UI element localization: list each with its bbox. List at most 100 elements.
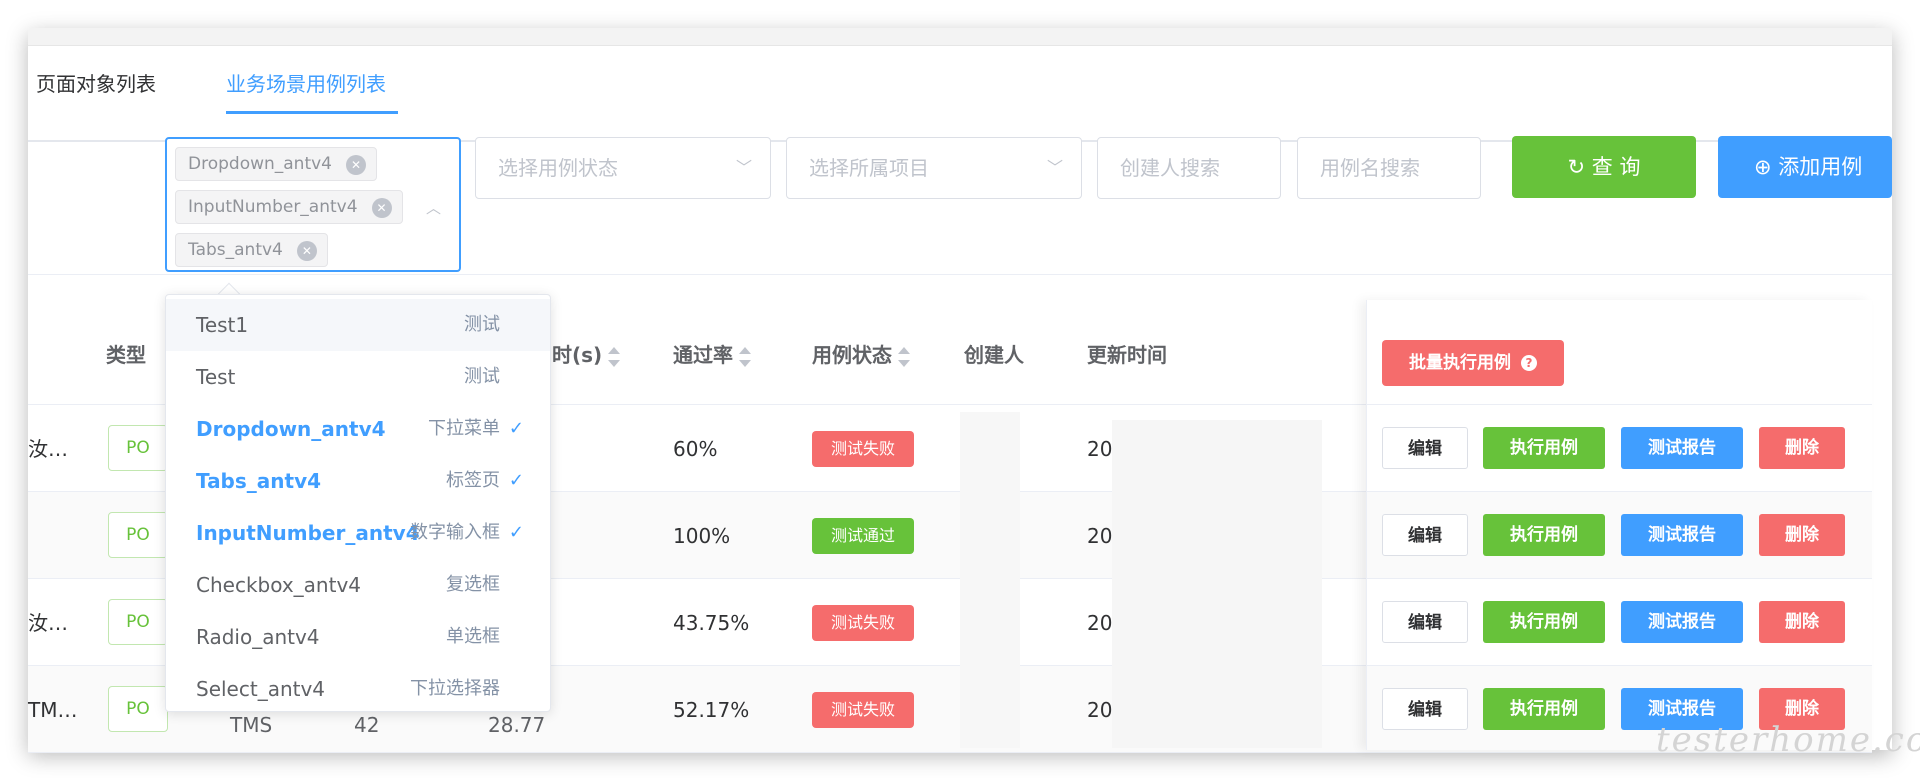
project-dropdown: Test1 测试 Test 测试 Dropdown_antv4 下拉菜单 ✓ T… bbox=[165, 294, 551, 712]
option-name: Radio_antv4 bbox=[196, 625, 320, 649]
option-desc: 下拉选择器 bbox=[410, 678, 500, 699]
dropdown-option[interactable]: Dropdown_antv4 下拉菜单 ✓ bbox=[166, 403, 550, 455]
add-case-button[interactable]: ⊕ 添加用例 bbox=[1718, 136, 1892, 198]
updated-cell: 20 bbox=[1087, 437, 1113, 461]
chevron-down-icon: ﹀ bbox=[735, 158, 752, 177]
dropdown-option[interactable]: Checkbox_antv4 复选框 bbox=[166, 559, 550, 611]
active-tab-indicator bbox=[226, 111, 398, 114]
filter-divider bbox=[28, 274, 1892, 275]
option-name: Test bbox=[196, 365, 236, 389]
case-name-search-placeholder: 用例名搜索 bbox=[1320, 156, 1420, 180]
query-button-label: 查 询 bbox=[1591, 155, 1641, 179]
option-desc: 复选框 bbox=[446, 574, 500, 595]
option-desc: 数字输入框 bbox=[410, 522, 500, 543]
delete-button[interactable]: 删除 bbox=[1759, 427, 1845, 469]
batch-run-button[interactable]: 批量执行用例 ? bbox=[1382, 340, 1564, 386]
edit-button[interactable]: 编辑 bbox=[1382, 688, 1468, 730]
case-name-cell: 汝… bbox=[28, 611, 68, 635]
dropdown-option[interactable]: Test 测试 bbox=[166, 351, 550, 403]
case-name-cell: TM… bbox=[28, 698, 78, 722]
dropdown-option[interactable]: Radio_antv4 单选框 bbox=[166, 611, 550, 663]
count-cell: 42 bbox=[354, 713, 380, 737]
test-report-button[interactable]: 测试报告 bbox=[1621, 601, 1743, 643]
updated-cell: 20 bbox=[1087, 524, 1113, 548]
option-name: Select_antv4 bbox=[196, 677, 326, 701]
dropdown-option[interactable]: InputNumber_antv4 数字输入框 ✓ bbox=[166, 507, 550, 559]
selected-tag: Tabs_antv4 ✕ bbox=[175, 233, 328, 267]
header-status[interactable]: 用例状态 bbox=[812, 340, 910, 370]
redacted-creator bbox=[960, 412, 1020, 748]
selected-tag: InputNumber_antv4 ✕ bbox=[175, 190, 403, 224]
check-icon: ✓ bbox=[508, 470, 524, 491]
watermark: testerhome.com bbox=[1656, 720, 1920, 760]
option-desc: 单选框 bbox=[446, 626, 500, 647]
dropdown-option[interactable]: Select_antv4 下拉选择器 bbox=[166, 663, 550, 711]
project-select[interactable]: 选择所属项目 ﹀ bbox=[786, 137, 1082, 199]
plus-circle-icon: ⊕ bbox=[1754, 155, 1772, 179]
edit-button[interactable]: 编辑 bbox=[1382, 601, 1468, 643]
option-desc: 标签页 bbox=[446, 470, 500, 491]
option-name: Checkbox_antv4 bbox=[196, 573, 362, 597]
header-pass-rate[interactable]: 通过率 bbox=[673, 340, 751, 370]
run-case-button[interactable]: 执行用例 bbox=[1483, 688, 1605, 730]
header-pass-rate-label: 通过率 bbox=[673, 343, 733, 367]
edit-button[interactable]: 编辑 bbox=[1382, 514, 1468, 556]
tag-label: Tabs_antv4 bbox=[188, 240, 283, 260]
test-report-button[interactable]: 测试报告 bbox=[1621, 514, 1743, 556]
header-duration[interactable]: 时(s) bbox=[552, 340, 621, 370]
chevron-up-icon[interactable]: ︿ bbox=[426, 197, 441, 218]
refresh-icon: ↻ bbox=[1567, 155, 1586, 179]
status-badge: 测试通过 bbox=[812, 518, 914, 554]
test-report-button[interactable]: 测试报告 bbox=[1621, 427, 1743, 469]
tab-page-objects[interactable]: 页面对象列表 bbox=[36, 72, 156, 96]
run-case-button[interactable]: 执行用例 bbox=[1483, 427, 1605, 469]
sort-icon[interactable] bbox=[739, 346, 751, 367]
status-badge: 测试失败 bbox=[812, 431, 914, 467]
header-type: 类型 bbox=[106, 343, 146, 367]
check-icon: ✓ bbox=[508, 522, 524, 543]
sort-icon[interactable] bbox=[898, 346, 910, 367]
tag-label: InputNumber_antv4 bbox=[188, 197, 358, 217]
dropdown-option[interactable]: Tabs_antv4 标签页 ✓ bbox=[166, 455, 550, 507]
sort-icon[interactable] bbox=[608, 346, 621, 367]
project-multi-select[interactable]: Dropdown_antv4 ✕ InputNumber_antv4 ✕ Tab… bbox=[165, 137, 461, 272]
top-strip bbox=[28, 28, 1892, 46]
run-case-button[interactable]: 执行用例 bbox=[1483, 514, 1605, 556]
status-select[interactable]: 选择用例状态 ﹀ bbox=[475, 137, 771, 199]
close-icon[interactable]: ✕ bbox=[346, 155, 367, 175]
tab-business-cases[interactable]: 业务场景用例列表 bbox=[226, 72, 386, 96]
status-badge: 测试失败 bbox=[812, 605, 914, 641]
type-tag: PO bbox=[108, 425, 168, 471]
close-icon[interactable]: ✕ bbox=[371, 198, 392, 218]
header-updated: 更新时间 bbox=[1087, 343, 1167, 367]
creator-search-input[interactable]: 创建人搜索 bbox=[1097, 137, 1281, 199]
delete-button[interactable]: 删除 bbox=[1759, 514, 1845, 556]
module-cell: TMS bbox=[230, 713, 273, 737]
header-creator: 创建人 bbox=[964, 343, 1024, 367]
pass-rate-cell: 43.75% bbox=[673, 611, 750, 635]
edit-button[interactable]: 编辑 bbox=[1382, 427, 1468, 469]
option-desc: 下拉菜单 bbox=[428, 418, 500, 439]
type-tag: PO bbox=[108, 599, 168, 645]
run-case-button[interactable]: 执行用例 bbox=[1483, 601, 1605, 643]
duration-cell: 28.77 bbox=[488, 713, 546, 737]
header-status-label: 用例状态 bbox=[812, 343, 892, 367]
updated-cell: 20 bbox=[1087, 611, 1113, 635]
status-badge: 测试失败 bbox=[812, 692, 914, 728]
case-name-search-input[interactable]: 用例名搜索 bbox=[1297, 137, 1481, 199]
header-duration-label: 时(s) bbox=[552, 343, 603, 367]
option-desc: 测试 bbox=[464, 314, 500, 335]
creator-search-placeholder: 创建人搜索 bbox=[1120, 156, 1220, 180]
option-name: Dropdown_antv4 bbox=[196, 417, 386, 441]
close-icon[interactable]: ✕ bbox=[296, 241, 317, 261]
redacted-updated-time bbox=[1112, 420, 1322, 748]
tag-label: Dropdown_antv4 bbox=[188, 154, 333, 174]
query-button[interactable]: ↻ 查 询 bbox=[1512, 136, 1696, 198]
selected-tag: Dropdown_antv4 ✕ bbox=[175, 147, 378, 181]
option-name: InputNumber_antv4 bbox=[196, 521, 420, 545]
case-name-cell: 汝… bbox=[28, 437, 68, 461]
dropdown-option[interactable]: Test1 测试 bbox=[166, 299, 550, 351]
delete-button[interactable]: 删除 bbox=[1759, 601, 1845, 643]
question-icon: ? bbox=[1520, 355, 1537, 371]
add-case-button-label: 添加用例 bbox=[1778, 155, 1863, 179]
